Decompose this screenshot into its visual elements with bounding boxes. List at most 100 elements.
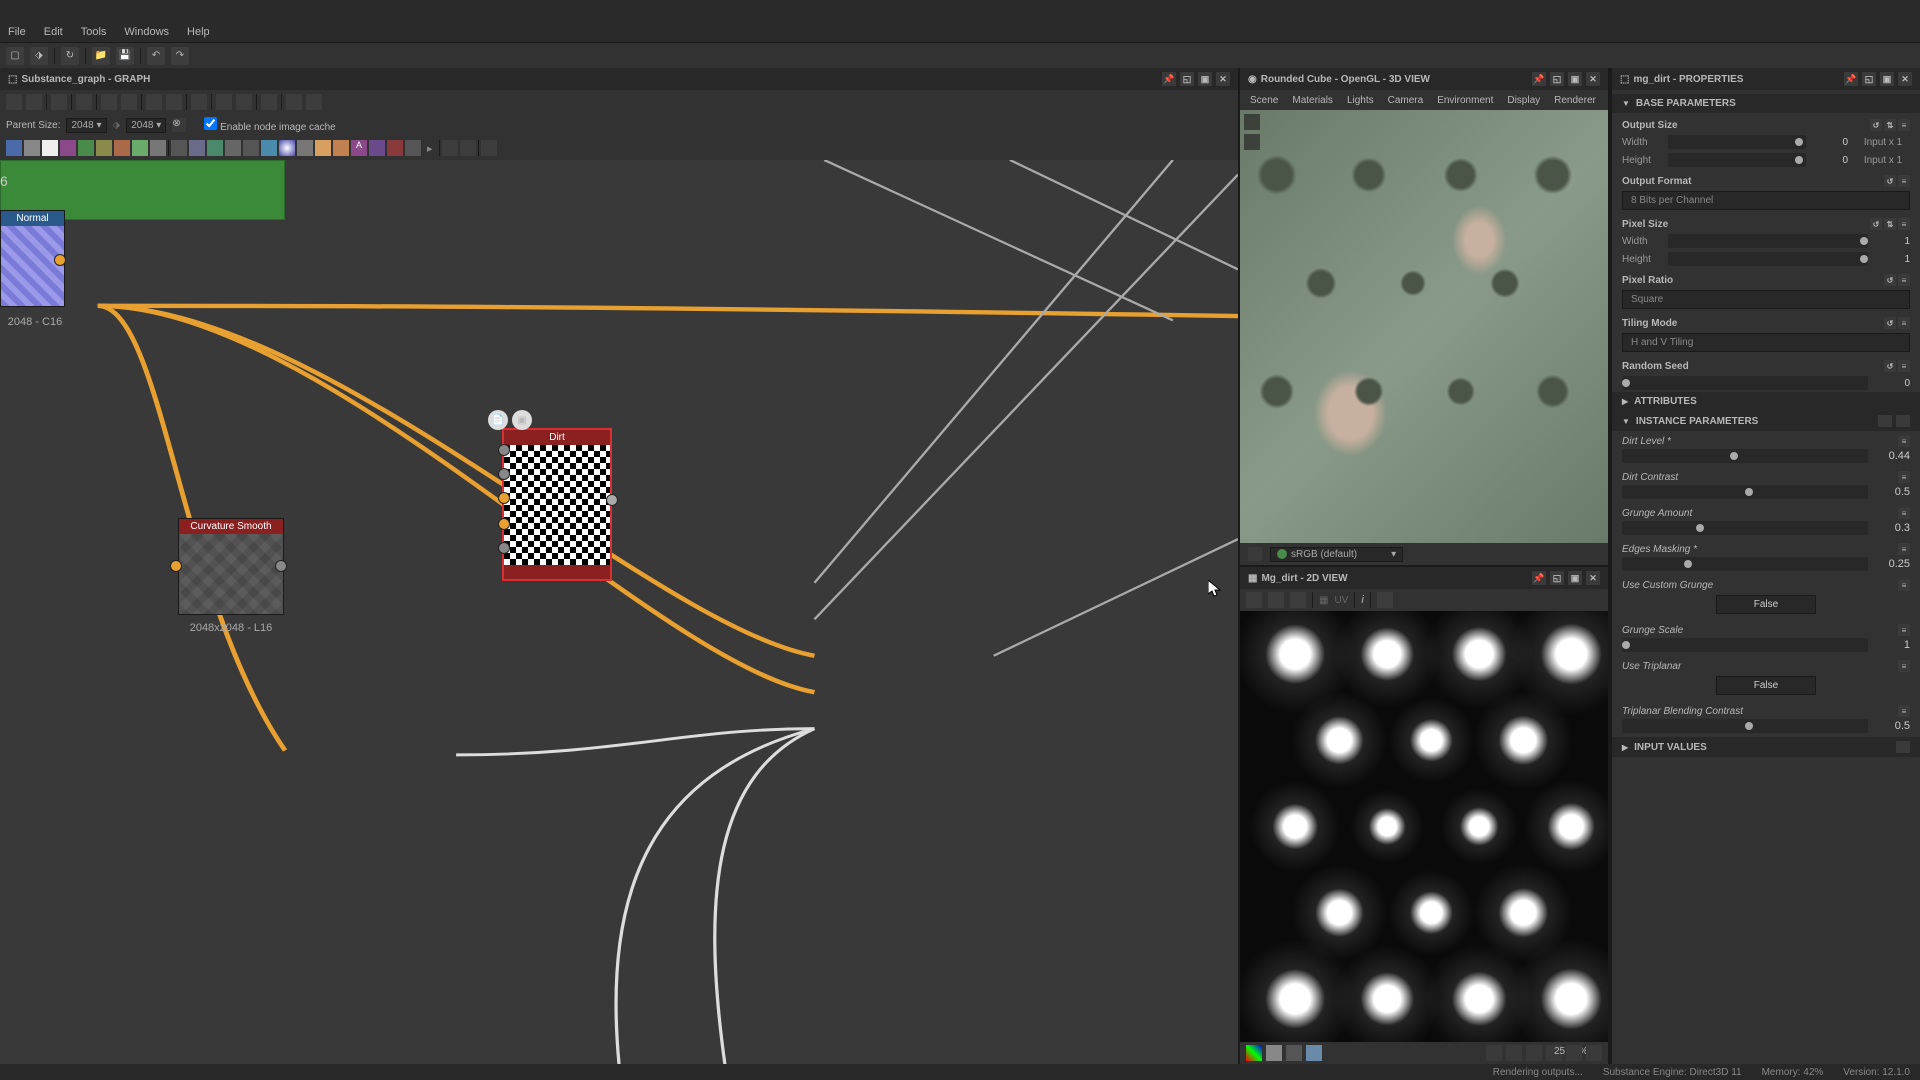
menu-icon[interactable]: ≡ <box>1898 175 1910 187</box>
camera-icon[interactable] <box>51 94 67 110</box>
info-icon[interactable] <box>76 94 92 110</box>
light-tool-icon[interactable] <box>1244 134 1260 150</box>
link-icon[interactable]: ⇅ <box>1884 119 1896 131</box>
node-icon[interactable] <box>60 140 76 156</box>
node-icon[interactable] <box>207 140 223 156</box>
node-icon[interactable] <box>315 140 331 156</box>
alpha-channel-icon[interactable] <box>1286 1045 1302 1061</box>
reset-icon[interactable]: ↺ <box>1870 119 1882 131</box>
triplanar-blending-slider[interactable] <box>1622 719 1868 733</box>
menu-icon[interactable]: ≡ <box>1898 274 1910 286</box>
grid-toggle-icon[interactable]: ▦ <box>1319 595 1328 606</box>
tab-scene[interactable]: Scene <box>1250 95 1278 106</box>
pin-icon[interactable]: 📌 <box>1844 72 1858 86</box>
reset-icon[interactable]: ↺ <box>1884 317 1896 329</box>
menu-icon[interactable]: ≡ <box>1898 660 1910 672</box>
new-icon[interactable]: ▢ <box>6 47 24 65</box>
dirt-level-value[interactable]: 0.44 <box>1876 450 1910 462</box>
node-icon[interactable] <box>96 140 112 156</box>
zoom-out-icon[interactable] <box>1526 1045 1542 1061</box>
histogram-icon[interactable] <box>1377 592 1393 608</box>
zoom-value[interactable]: 25.14% <box>1546 1045 1562 1061</box>
edit-icon[interactable] <box>261 94 277 110</box>
use-custom-grunge-toggle[interactable]: False <box>1716 595 1816 614</box>
maximize-icon[interactable]: ▣ <box>1880 72 1894 86</box>
node-icon[interactable] <box>24 140 40 156</box>
more-icon[interactable]: ▸ <box>427 142 433 155</box>
restore-icon[interactable]: ◱ <box>1862 72 1876 86</box>
cache-checkbox[interactable] <box>204 117 217 130</box>
node-icon[interactable] <box>150 140 166 156</box>
use-triplanar-toggle[interactable]: False <box>1716 676 1816 695</box>
pixel-ratio-select[interactable]: Square <box>1622 290 1910 309</box>
menu-icon[interactable]: ≡ <box>1898 218 1910 230</box>
section-instance-params[interactable]: ▼INSTANCE PARAMETERS <box>1612 411 1920 431</box>
select-icon[interactable] <box>26 94 42 110</box>
input-port[interactable] <box>498 492 510 504</box>
menu-edit[interactable]: Edit <box>44 26 63 38</box>
align-h-icon[interactable] <box>146 94 162 110</box>
menu-help[interactable]: Help <box>187 26 210 38</box>
node-icon[interactable] <box>78 140 94 156</box>
redo-icon[interactable]: ↷ <box>171 47 189 65</box>
width-value[interactable]: 0 <box>1814 137 1848 148</box>
node-icon[interactable] <box>114 140 130 156</box>
node-icon[interactable] <box>132 140 148 156</box>
rotate-icon[interactable] <box>236 94 252 110</box>
parent-size-select-2[interactable]: 2048 ▾ <box>126 118 166 133</box>
save-image-icon[interactable] <box>1246 592 1262 608</box>
channels-icon[interactable] <box>1246 1045 1262 1061</box>
width-slider[interactable] <box>1668 135 1806 149</box>
info-icon[interactable]: i <box>1361 594 1363 606</box>
px-height-value[interactable]: 1 <box>1876 254 1910 265</box>
node-icon[interactable] <box>369 140 385 156</box>
menu-file[interactable]: File <box>8 26 26 38</box>
tiling-mode-select[interactable]: H and V Tiling <box>1622 333 1910 352</box>
doc-badge-icon[interactable]: 📄 <box>488 410 508 430</box>
link-dims-icon[interactable]: ⬗ <box>113 120 121 131</box>
node-icon[interactable]: A <box>351 140 367 156</box>
tab-camera[interactable]: Camera <box>1388 95 1424 106</box>
maximize-icon[interactable]: ▣ <box>1198 72 1212 86</box>
node-icon[interactable] <box>171 140 187 156</box>
node-dirt[interactable]: Dirt <box>502 428 612 581</box>
close-icon[interactable]: ✕ <box>1216 72 1230 86</box>
output-port[interactable] <box>275 560 287 572</box>
node-icon[interactable] <box>42 140 58 156</box>
link-icon[interactable]: ⬗ <box>30 47 48 65</box>
grunge-amount-value[interactable]: 0.3 <box>1876 522 1910 534</box>
pin-icon[interactable]: 📌 <box>1162 72 1176 86</box>
px-width-slider[interactable] <box>1668 234 1868 248</box>
camera-tool-icon[interactable] <box>1244 114 1260 130</box>
menu-icon[interactable]: ≡ <box>1898 471 1910 483</box>
layout-icon[interactable] <box>191 94 207 110</box>
maximize-icon[interactable]: ▣ <box>1568 571 1582 585</box>
preset-icon[interactable] <box>1878 415 1892 427</box>
tab-environment[interactable]: Environment <box>1437 95 1493 106</box>
menu-icon[interactable]: ≡ <box>1898 624 1910 636</box>
menu-icon[interactable] <box>1896 415 1910 427</box>
grid-icon[interactable] <box>306 94 322 110</box>
grunge-scale-value[interactable]: 1 <box>1876 639 1910 651</box>
input-port[interactable] <box>498 468 510 480</box>
node-icon[interactable] <box>225 140 241 156</box>
grid-icon[interactable] <box>1486 1045 1502 1061</box>
menu-icon[interactable]: ≡ <box>1898 579 1910 591</box>
menu-windows[interactable]: Windows <box>124 26 169 38</box>
seed-value[interactable]: 0 <box>1876 378 1910 389</box>
reset-icon[interactable] <box>216 94 232 110</box>
restore-icon[interactable]: ◱ <box>1550 72 1564 86</box>
folder-icon[interactable]: 📁 <box>92 47 110 65</box>
input-port[interactable] <box>498 444 510 456</box>
tool-icon[interactable] <box>460 140 476 156</box>
tab-renderer[interactable]: Renderer <box>1554 95 1596 106</box>
view-mode-icon[interactable] <box>1306 1045 1322 1061</box>
fit-icon[interactable] <box>121 94 137 110</box>
pin-icon[interactable]: 📌 <box>1532 72 1546 86</box>
node-icon[interactable] <box>189 140 205 156</box>
frame-icon[interactable] <box>286 94 302 110</box>
restore-icon[interactable]: ◱ <box>1550 571 1564 585</box>
graph-canvas[interactable]: 6 Normal 2048 - C16 Curvature Smooth 204… <box>0 160 1238 1064</box>
node-icon[interactable] <box>261 140 277 156</box>
pin-icon[interactable]: 📌 <box>1532 571 1546 585</box>
